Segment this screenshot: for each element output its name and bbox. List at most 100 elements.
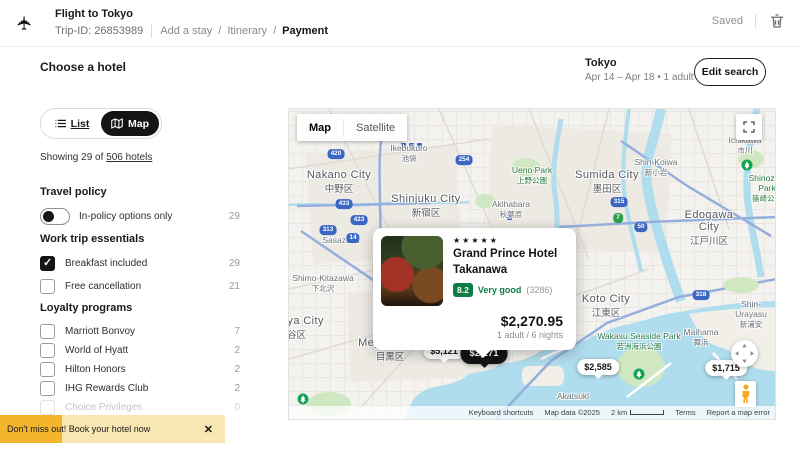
map-scale: 2 km [611,408,664,417]
hilton-checkbox[interactable] [40,362,55,377]
ihg-checkbox[interactable] [40,381,55,396]
hilton-count: 2 [234,364,240,375]
park-icon [742,160,753,171]
work-trip-heading: Work trip essentials [40,233,144,245]
hotel-price-subtext: 1 adult / 6 nights [497,330,563,340]
divider [151,24,152,38]
hotel-card[interactable]: ★★★★★ Grand Prince Hotel Takanawa 8.2 Ve… [373,228,576,350]
hilton-label: Hilton Honors [65,364,126,375]
breadcrumb-payment[interactable]: Payment [282,25,328,37]
breadcrumb: Add a stay Itinerary Payment [160,25,328,37]
trip-id: Trip-ID: 26853989 [55,25,143,37]
map-type-control: Map Satellite [297,114,407,141]
free-cancellation-label: Free cancellation [65,281,141,292]
park-icon [298,394,309,405]
breakfast-checkbox[interactable] [40,256,55,271]
report-map-error-link[interactable]: Report a map error [707,408,770,417]
map-view-label: Map [128,118,149,130]
view-toggle: List Map [40,108,162,139]
route-badge-green: 7 [613,213,623,223]
travel-policy-heading: Travel policy [40,186,107,198]
map-attribution: Keyboard shortcuts Map data ©2025 2 km T… [289,406,775,419]
pegman-street-view[interactable] [735,381,756,407]
list-view-label: List [71,118,90,130]
hyatt-label: World of Hyatt [65,345,128,356]
free-cancellation-count: 21 [229,281,240,292]
in-policy-label: In-policy options only [79,211,172,222]
choice-count: 0 [234,402,240,413]
list-icon [55,119,66,128]
results-hotels-link[interactable]: 506 hotels [106,152,152,163]
breadcrumb-separator [273,25,276,37]
pan-arrows-icon [731,340,758,367]
banner-text: Don't miss out! Book your hotel now [7,424,150,434]
choice-label: Choice Privileges [65,402,142,413]
pan-control[interactable] [731,340,758,367]
breadcrumb-add-a-stay[interactable]: Add a stay [160,25,212,37]
hotel-photo [381,236,443,306]
divider [755,14,756,28]
ihg-label: IHG Rewards Club [65,383,148,394]
hotel-price: $2,270.95 [501,313,563,329]
route-badge: 254 [456,155,473,165]
map-icon [111,118,123,129]
hotel-name-line2: Takanawa [453,264,507,276]
route-badge: 318 [693,290,710,300]
trip-title: Flight to Tokyo [55,8,133,20]
edit-search-button[interactable]: Edit search [694,58,766,86]
rating-score-badge: 8.2 [453,283,473,297]
pegman-icon [740,384,752,404]
hotel-name: Grand Prince Hotel Takanawa [453,247,557,278]
results-summary: Showing 29 of 506 hotels [40,152,152,163]
map-type-satellite-button[interactable]: Satellite [344,122,407,134]
airplane-icon: ✈ [14,11,38,35]
filter-row-choice: Choice Privileges 0 [40,399,240,415]
in-policy-toggle[interactable] [40,208,70,225]
route-badge: 420 [328,149,345,159]
scale-bar [630,410,664,415]
map-view-button[interactable]: Map [101,111,159,136]
dates-occupancy-label: Apr 14 – Apr 18 • 1 adult [585,72,694,83]
in-policy-count: 29 [229,211,240,222]
marriott-count: 7 [234,326,240,337]
hyatt-checkbox[interactable] [40,343,55,358]
ihg-count: 2 [234,383,240,394]
map-canvas[interactable]: Ikebukuro池袋 Nakano City中野区 Shinjuku City… [288,108,776,420]
filter-row-free-cancellation: Free cancellation 21 [40,278,240,294]
filter-row-breakfast: Breakfast included 29 [40,255,240,271]
station-icon [507,215,512,220]
loyalty-heading: Loyalty programs [40,302,132,314]
scale-label: 2 km [611,408,627,417]
station-icon [409,143,414,148]
page-title: Choose a hotel [40,60,126,74]
marriott-label: Marriott Bonvoy [65,326,135,337]
rating-text: Very good [478,285,522,295]
park-icon [634,369,645,380]
route-badge: 313 [320,225,337,235]
hotel-rating-row: 8.2 Very good (3286) [453,283,552,297]
filter-row-hyatt: World of Hyatt 2 [40,342,240,358]
fullscreen-button[interactable] [736,114,762,140]
price-marker-2585[interactable]: $2,585 [577,359,619,375]
route-badge: 315 [611,197,628,207]
free-cancellation-checkbox[interactable] [40,279,55,294]
hotel-stars: ★★★★★ [453,236,499,245]
hotel-name-line1: Grand Prince Hotel [453,248,557,260]
breakfast-label: Breakfast included [65,258,147,269]
terms-link[interactable]: Terms [675,408,695,417]
trash-icon[interactable] [768,12,786,30]
marriott-checkbox[interactable] [40,324,55,339]
hyatt-count: 2 [234,345,240,356]
saved-status: Saved [712,15,743,27]
in-policy-filter-row: In-policy options only 29 [40,208,240,224]
promo-banner: Don't miss out! Book your hotel now ✕ [0,415,225,443]
breadcrumb-itinerary[interactable]: Itinerary [227,25,267,37]
station-icon [401,143,406,148]
choice-checkbox[interactable] [40,400,55,415]
list-view-button[interactable]: List [43,111,101,136]
banner-close-icon[interactable]: ✕ [204,423,213,436]
results-count-text: Showing 29 of [40,152,106,163]
keyboard-shortcuts-link[interactable]: Keyboard shortcuts [469,408,534,417]
station-icon [417,143,422,148]
map-type-map-button[interactable]: Map [297,122,343,134]
